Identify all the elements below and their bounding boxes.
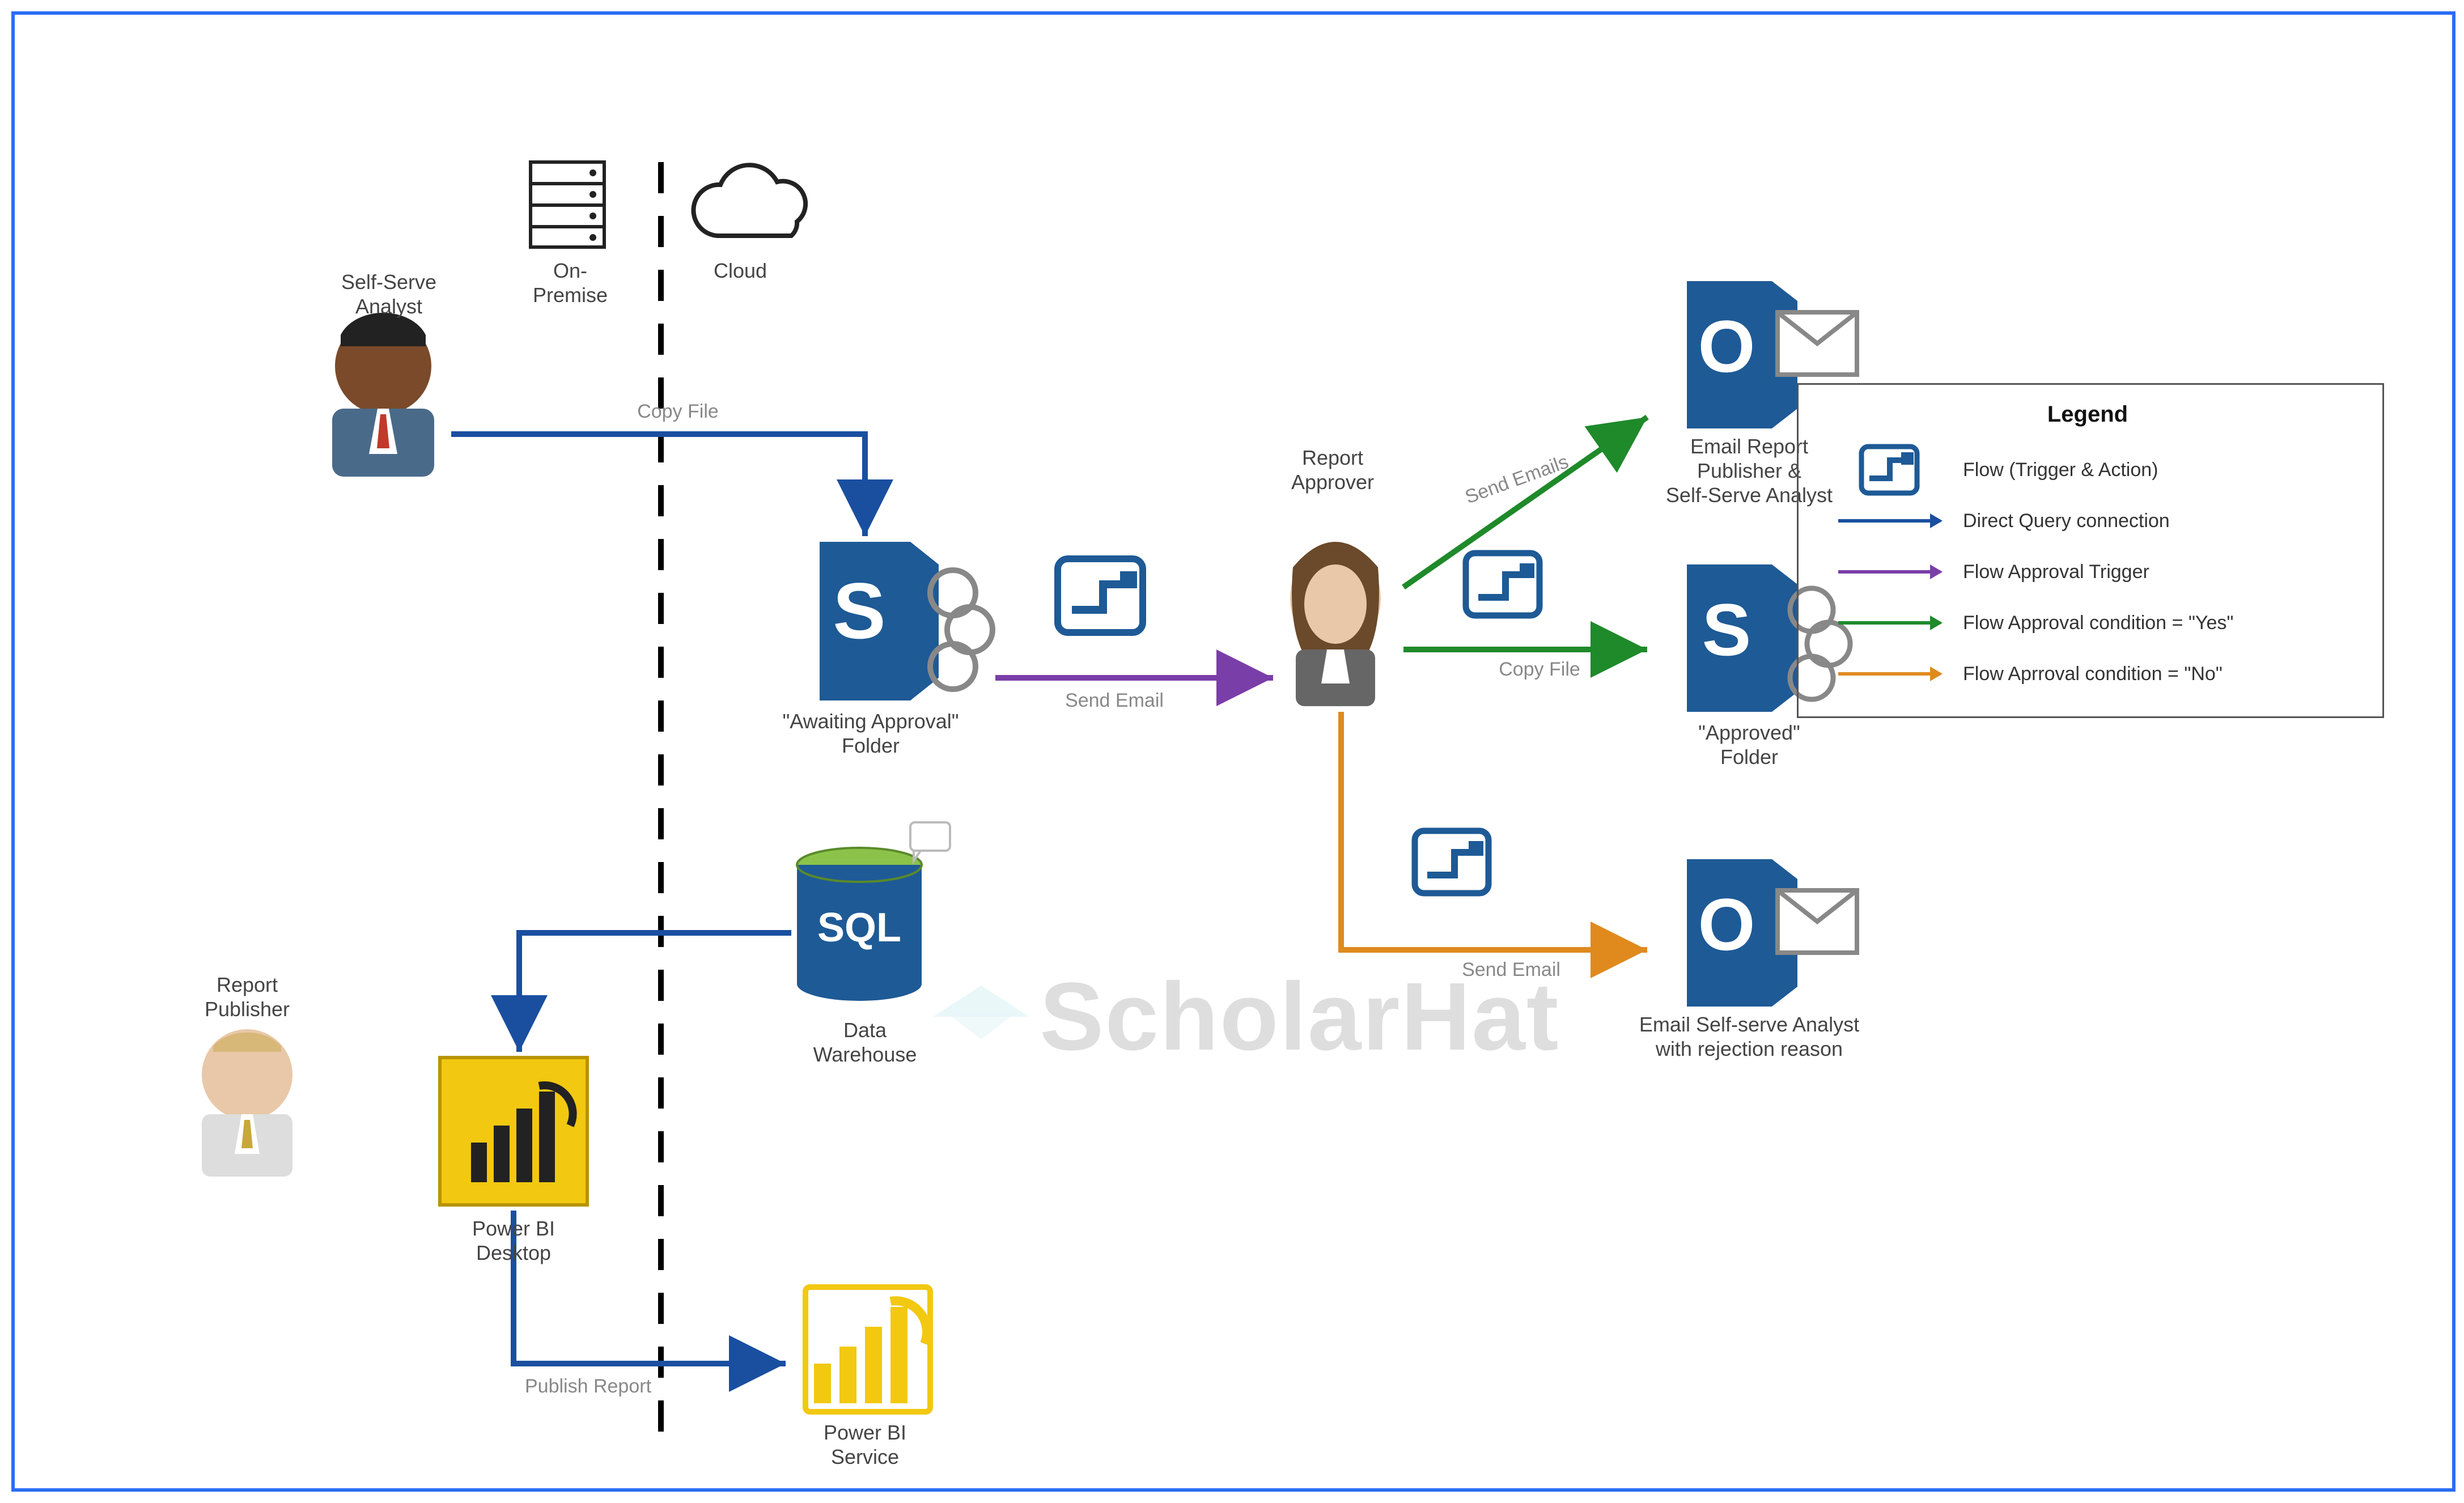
arrow-icon [1838,621,1940,625]
legend-text-2: Flow Approval Trigger [1963,561,2149,583]
svg-text:O: O [1698,883,1755,966]
watermark-text: ScholarHat [1040,961,1559,1072]
publish-report-label: Publish Report [525,1375,684,1398]
flow-icon [1858,443,1920,497]
arrow-icon [1838,672,1940,676]
report-approver-icon [1290,542,1381,706]
on-premise-label: On-Premise [525,258,616,307]
diagram-svg: S [15,15,2452,1488]
arrow-icon [1838,570,1940,574]
outlook-rejection-icon: O [1687,859,1857,1007]
power-bi-desktop-icon [440,1058,587,1205]
legend-text-4: Flow Aprroval condition = "No" [1963,663,2223,685]
arrow-send-email-no [1341,712,1647,950]
copy-file-2-label: Copy File [1483,658,1596,681]
power-bi-service-label: Power BIService [797,1420,933,1469]
legend-text-3: Flow Approval condition = "Yes" [1963,612,2233,634]
flow-icon-3 [1415,831,1488,893]
self-serve-analyst-label: Self-ServeAnalyst [332,270,446,319]
svg-text:S: S [833,566,885,655]
legend-row-flow: Flow (Trigger & Action) [1816,444,2360,495]
arrow-icon [1838,519,1940,523]
power-bi-service-icon [805,1287,930,1412]
svg-text:S: S [1702,588,1751,671]
legend-row-approval: Flow Approval Trigger [1816,546,2360,597]
legend-title: Legend [1816,402,2360,427]
awaiting-folder-label: "Awaiting Approval"Folder [763,709,978,758]
legend-text-0: Flow (Trigger & Action) [1963,459,2158,481]
svg-text:O: O [1698,305,1755,388]
diagram-frame: S [11,11,2455,1492]
arrow-send-emails-yes [1403,417,1647,587]
report-publisher-label: ReportPublisher [185,973,309,1021]
legend-row-no: Flow Aprroval condition = "No" [1816,648,2360,699]
send-email-1-label: Send Email [1052,689,1177,712]
arrow-direct-query [519,933,791,1052]
approved-folder-label: "Approved"Folder [1659,720,1840,769]
legend-box: Legend Flow (Trigger & Action) Direct Qu… [1797,383,2384,718]
email-rejection-label: Email Self-serve Analystwith rejection r… [1625,1012,1874,1061]
sql-dw-icon: SQL [797,822,950,1001]
cloud-label: Cloud [695,258,786,283]
server-icon [531,162,604,247]
cloud-icon [693,165,805,236]
sharepoint-awaiting-icon: S [820,542,993,700]
legend-row-direct: Direct Query connection [1816,495,2360,546]
data-warehouse-label: DataWarehouse [797,1018,933,1067]
legend-row-yes: Flow Approval condition = "Yes" [1816,597,2360,648]
flow-icon-2 [1466,553,1540,615]
watermark: ScholarHat [933,961,1559,1072]
self-serve-analyst-icon [332,313,434,477]
copy-file-1-label: Copy File [621,400,735,423]
scholarhat-logo-icon [933,986,1029,1048]
report-approver-label: ReportApprover [1262,445,1403,494]
legend-text-1: Direct Query connection [1963,510,2170,532]
flow-icon-1 [1058,559,1143,632]
power-bi-desktop-label: Power BIDesktop [446,1216,582,1265]
report-publisher-icon [202,1029,292,1177]
svg-text:SQL: SQL [817,905,901,950]
